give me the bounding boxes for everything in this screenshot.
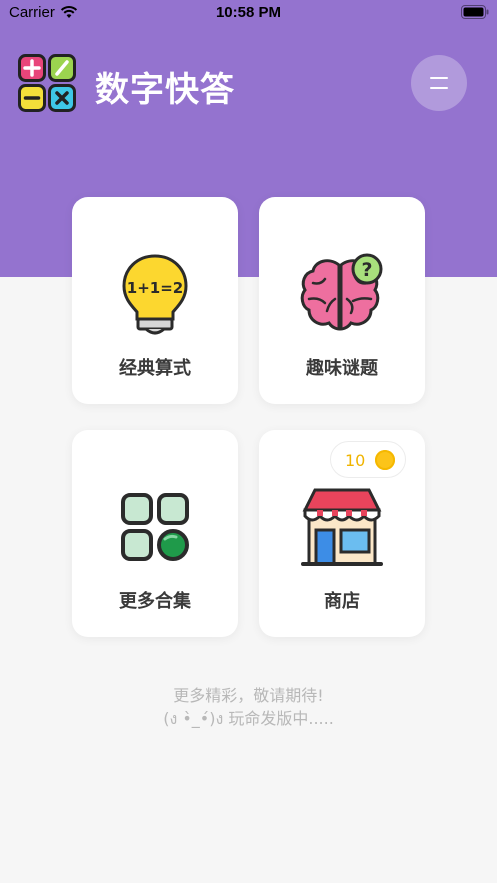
store-icon	[301, 488, 383, 566]
grid-apps-icon	[121, 493, 189, 561]
menu-button[interactable]	[411, 55, 467, 111]
more-collections-label: 更多合集	[119, 591, 191, 612]
footer-message-line1: 更多精彩，敬请期待!	[173, 686, 324, 705]
bulb-equation-text: 1+1=2	[127, 279, 183, 297]
menu-icon-line	[430, 87, 448, 89]
lightbulb-icon: 1+1=2	[122, 254, 188, 335]
more-collections-card[interactable]: 更多合集	[72, 430, 238, 637]
store-label: 商店	[324, 591, 360, 612]
classic-equations-label: 经典算式	[119, 358, 191, 379]
coin-balance-badge: 10	[330, 441, 406, 478]
store-card[interactable]: 10 商店	[259, 430, 425, 637]
menu-icon	[430, 77, 448, 79]
status-bar: Carrier 10:58 PM	[0, 0, 497, 26]
battery-icon	[461, 5, 489, 19]
status-time: 10:58 PM	[215, 4, 282, 21]
coin-icon	[375, 450, 395, 470]
brain-question-icon: ?	[300, 253, 383, 331]
app-title: 数字快答	[95, 70, 235, 110]
coin-count: 10	[345, 451, 366, 470]
question-mark-text: ?	[361, 259, 372, 281]
classic-equations-card[interactable]: 1+1=2 经典算式	[72, 197, 238, 404]
math-operators-logo	[18, 54, 76, 112]
fun-puzzles-label: 趣味谜题	[306, 358, 378, 379]
fun-puzzles-card[interactable]: ? 趣味谜题	[259, 197, 425, 404]
footer-message-line2: (ง •̀_•́)ง 玩命发版中.....	[163, 709, 334, 728]
